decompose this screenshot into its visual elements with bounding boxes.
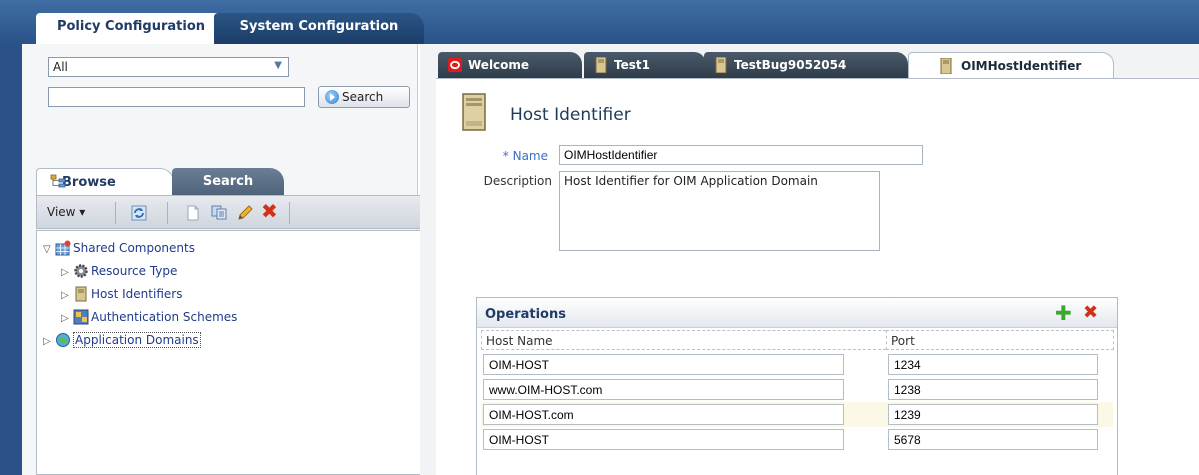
server-icon [940,58,952,74]
table-row [481,377,1113,402]
tree-toolbar: View ▾ ✖ [36,195,431,229]
host-name-cell[interactable] [483,404,844,425]
toolbar-divider [289,202,290,224]
host-name-cell[interactable] [483,354,844,375]
operations-title: Operations [485,307,566,322]
gear-icon [74,264,88,278]
expand-triangle-icon[interactable]: ▷ [61,267,73,278]
port-cell[interactable] [888,429,1098,450]
doc-tab-label: Welcome [468,58,530,72]
port-cell[interactable] [888,379,1098,400]
column-header-port[interactable]: Port [886,330,1114,350]
collapse-triangle-icon[interactable]: ▽ [43,244,55,255]
navigation-pane: All ▼ Search Browse Search View ▾ ✖ ▽ Sh… [22,44,431,475]
content-pane: Welcome Test1 TestBug9052054 OIMHostIden… [420,44,1199,475]
port-cell[interactable] [888,404,1098,425]
tab-browse-label: Browse [62,175,116,190]
tab-policy-configuration[interactable]: Policy Configuration [36,13,226,44]
toolbar-divider [167,202,168,224]
port-cell[interactable] [888,354,1098,375]
server-icon [715,57,727,73]
host-identifier-form: Host Identifier * Name Description Host … [436,78,1199,475]
name-field[interactable] [559,145,923,165]
search-button[interactable]: Search [318,86,410,108]
server-icon [595,57,607,73]
description-value: Host Identifier for OIM Application Doma… [564,174,818,188]
doc-tab-oimhostidentifier[interactable]: OIMHostIdentifier [908,52,1114,78]
tree-item-host-identifiers[interactable]: ▷ Host Identifiers [61,286,182,302]
search-button-label: Search [342,90,384,104]
scope-select[interactable]: All ▼ [48,57,289,77]
edit-pencil-icon[interactable] [235,203,255,223]
tab-search-label: Search [202,174,254,189]
expand-triangle-icon[interactable]: ▷ [61,290,73,301]
doc-tab-test1[interactable]: Test1 [584,52,706,78]
add-icon[interactable]: ✚ [1055,303,1072,323]
doc-tab-testbug9052054[interactable]: TestBug9052054 [704,52,908,78]
name-label: * Name [502,149,548,163]
tree-item-label: Authentication Schemes [91,310,238,324]
description-label: Description [483,174,552,188]
operations-panel: Operations ✚ ✖ Host Name Port [476,297,1118,475]
globe-icon [56,333,70,347]
refresh-icon[interactable] [129,203,149,223]
tree-item-label: Resource Type [91,264,178,278]
host-name-cell[interactable] [483,429,844,450]
description-field[interactable]: Host Identifier for OIM Application Doma… [559,171,880,251]
tab-system-configuration[interactable]: System Configuration [214,13,424,44]
expand-triangle-icon[interactable]: ▷ [43,336,55,347]
page-title: Host Identifier [510,105,631,125]
tab-search[interactable]: Search [172,168,284,196]
delete-icon[interactable]: ✖ [1083,304,1098,322]
search-go-icon [325,90,339,104]
toolbar-divider [115,202,116,224]
doc-tab-label: OIMHostIdentifier [961,59,1082,73]
doc-tab-welcome[interactable]: Welcome [438,52,582,78]
table-row [481,352,1113,377]
chevron-down-icon: ▼ [274,60,282,71]
search-input[interactable] [48,87,305,107]
tree-item-label: Host Identifiers [91,287,183,301]
tree-item-shared-components[interactable]: ▽ Shared Components [43,240,195,256]
server-icon [75,286,87,302]
tree-item-label: Application Domains [73,332,201,348]
doc-tab-label: TestBug9052054 [734,58,847,72]
tree-item-resource-type[interactable]: ▷ Resource Type [61,263,177,279]
hierarchy-icon [50,174,66,188]
column-header-host-name[interactable]: Host Name [481,330,886,350]
left-rail [0,44,22,475]
duplicate-icon[interactable] [209,203,229,223]
policy-tree: ▽ Shared Components ▷ Resource Type ▷ Host … [36,230,431,475]
view-menu[interactable]: View ▾ [47,205,85,219]
tree-item-authentication-schemes[interactable]: ▷ Authentication Schemes [61,309,237,325]
table-row [481,427,1113,452]
new-page-icon[interactable] [183,203,203,223]
delete-icon[interactable]: ✖ [261,201,278,221]
doc-tab-label: Test1 [614,58,650,72]
shared-components-icon [55,240,71,256]
oracle-icon [448,58,462,72]
table-row [481,402,1113,427]
host-name-cell[interactable] [483,379,844,400]
scope-select-value: All [53,60,68,74]
auth-scheme-icon [73,309,89,325]
operations-header: Operations ✚ ✖ [477,298,1117,328]
tree-item-label: Shared Components [73,241,195,255]
server-icon [462,93,486,131]
tree-item-application-domains[interactable]: ▷ Application Domains [43,332,201,348]
expand-triangle-icon[interactable]: ▷ [61,313,73,324]
